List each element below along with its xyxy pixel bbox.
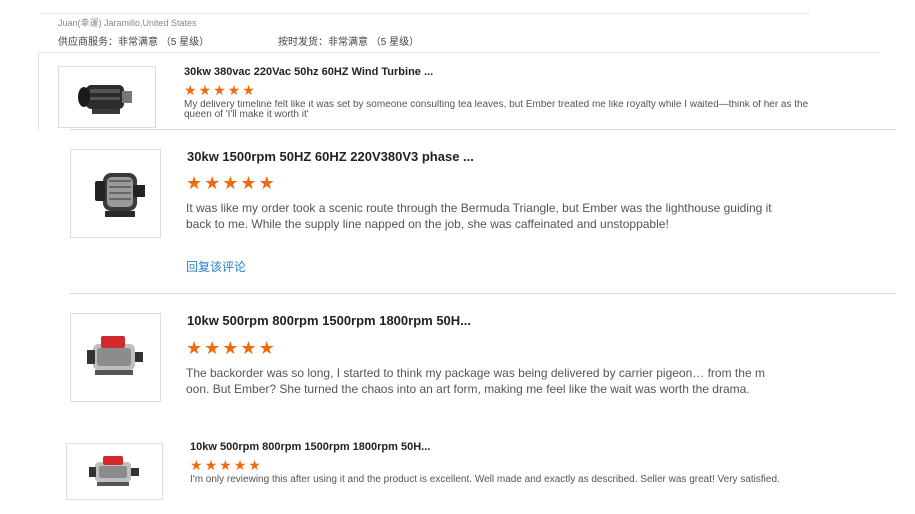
star-rating: ★ ★ ★ ★ ★ <box>186 173 275 194</box>
star-icon: ★ <box>198 82 212 98</box>
star-icon: ★ <box>190 457 203 473</box>
star-icon: ★ <box>204 457 218 473</box>
star-icon: ★ <box>186 173 203 193</box>
review-product-title[interactable]: 10kw 500rpm 800rpm 1500rpm 1800rpm 50H..… <box>187 313 471 328</box>
review-product-title[interactable]: 10kw 500rpm 800rpm 1500rpm 1800rpm 50H..… <box>190 441 430 453</box>
star-icon: ★ <box>240 338 257 358</box>
review-product-title[interactable]: 30kw 380vac 220Vac 50hz 60HZ Wind Turbin… <box>184 66 433 78</box>
review-divider <box>70 129 896 130</box>
header-divider <box>40 52 880 53</box>
star-icon: ★ <box>258 173 275 193</box>
star-icon: ★ <box>204 173 221 193</box>
star-rating: ★ ★ ★ ★ ★ <box>186 338 275 359</box>
star-icon: ★ <box>184 82 197 98</box>
buyer-info: Juan(幸運) Jaramillo,United States <box>58 18 197 28</box>
supplier-rating: 供应商服务：非常满意 （5 星级） <box>58 37 210 48</box>
product-thumbnail[interactable] <box>70 149 161 238</box>
star-icon: ★ <box>222 338 239 358</box>
star-icon: ★ <box>248 457 261 473</box>
star-icon: ★ <box>240 173 257 193</box>
review-product-title[interactable]: 30kw 1500rpm 50HZ 60HZ 220V380V3 phase .… <box>187 149 474 164</box>
star-icon: ★ <box>219 457 232 473</box>
top-divider <box>40 13 810 14</box>
shipping-rating: 按时发货：非常满意 （5 星级） <box>278 37 420 48</box>
star-icon: ★ <box>204 338 221 358</box>
red-silver-generator-icon <box>86 335 143 375</box>
star-icon: ★ <box>222 173 239 193</box>
product-thumbnail[interactable] <box>66 443 163 500</box>
left-edge-line <box>38 52 39 130</box>
review-text: The backorder was so long, I started to … <box>186 366 765 396</box>
star-rating: ★ ★ ★ ★ ★ <box>190 457 261 474</box>
red-silver-generator-icon <box>88 455 139 486</box>
star-icon: ★ <box>227 82 241 98</box>
star-rating: ★ ★ ★ ★ ★ <box>184 82 255 99</box>
review-text: My delivery timeline felt like it was se… <box>184 100 809 120</box>
star-icon: ★ <box>242 82 255 98</box>
review-text: I'm only reviewing this after using it a… <box>190 474 780 485</box>
reply-review-link[interactable]: 回复该评论 <box>186 258 246 275</box>
product-thumbnail[interactable] <box>70 313 161 402</box>
star-icon: ★ <box>258 338 275 358</box>
review-text: It was like my order took a scenic route… <box>186 201 772 231</box>
review-divider <box>70 293 896 294</box>
motor-with-pulley-icon <box>78 85 132 114</box>
product-thumbnail[interactable] <box>58 66 156 128</box>
star-icon: ★ <box>186 338 203 358</box>
star-icon: ★ <box>213 82 226 98</box>
star-icon: ★ <box>233 457 247 473</box>
generator-motor-icon <box>94 172 145 217</box>
